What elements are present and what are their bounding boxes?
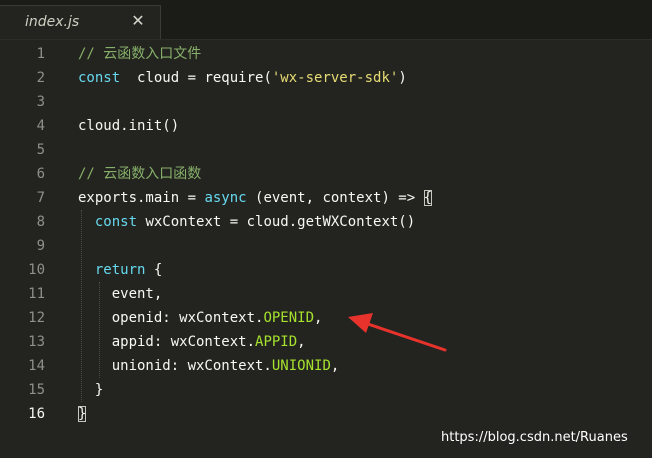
code-line[interactable]: 13 appid: wxContext.APPID,: [0, 330, 652, 354]
line-code: return {: [78, 258, 162, 282]
code-line[interactable]: 8 const wxContext = cloud.getWXContext(): [0, 210, 652, 234]
indent-guide: [99, 282, 100, 378]
code-token: 'wx-server-sdk': [271, 70, 399, 86]
tab-index-js[interactable]: index.js ✕: [0, 5, 161, 39]
line-number: 8: [36, 214, 45, 230]
code-editor[interactable]: 1 // 云函数入口文件 2 const cloud = require('wx-se…: [0, 42, 652, 458]
code-line[interactable]: 10 return {: [0, 258, 652, 282]
line-code: openid: wxContext.OPENID,: [78, 306, 323, 330]
code-token: ,: [297, 334, 306, 350]
code-line[interactable]: 7 exports.main = async (event, context) =…: [0, 186, 652, 210]
line-number: 5: [36, 142, 45, 158]
line-code: // 云函数入口函数: [78, 162, 201, 186]
line-number: 14: [28, 358, 45, 374]
line-code: }: [78, 402, 87, 426]
code-line[interactable]: 6 // 云函数入口函数: [0, 162, 652, 186]
code-line[interactable]: 14 unionid: wxContext.UNIONID,: [0, 354, 652, 378]
code-token: (event, context) =>: [246, 190, 424, 206]
code-line[interactable]: 15 }: [0, 378, 652, 402]
watermark: https://blog.csdn.net/Ruanes: [441, 430, 628, 445]
code-token: // 云函数入口文件: [78, 46, 202, 62]
tab-bar: index.js ✕: [0, 0, 652, 40]
code-token: const: [78, 70, 121, 86]
code-line[interactable]: 16}: [0, 402, 652, 426]
code-token: ,: [314, 310, 323, 326]
code-token: APPID: [255, 334, 298, 350]
line-number: 12: [28, 310, 45, 326]
line-number: 16: [28, 406, 45, 422]
code-token: // 云函数入口函数: [78, 166, 202, 182]
line-code: exports.main = async (event, context) =>…: [78, 186, 433, 210]
code-token: UNIONID: [271, 358, 331, 374]
code-line[interactable]: 4 cloud.init(): [0, 114, 652, 138]
code-token: cloud.init(): [78, 118, 180, 134]
code-line[interactable]: 1 // 云函数入口文件: [0, 42, 652, 66]
code-token: return: [94, 262, 146, 278]
code-line[interactable]: 11 event,: [0, 282, 652, 306]
code-line[interactable]: 12 openid: wxContext.OPENID,: [0, 306, 652, 330]
code-token: }: [78, 406, 87, 422]
line-number: 10: [28, 262, 45, 278]
line-number: 11: [28, 286, 45, 302]
code-line[interactable]: 9: [0, 234, 652, 258]
line-number: 15: [28, 382, 45, 398]
code-token: ,: [330, 358, 340, 374]
line-number: 9: [36, 238, 45, 254]
line-number: 4: [36, 118, 45, 134]
code-token: {: [423, 190, 433, 206]
line-number: 2: [36, 70, 45, 86]
code-token: wxContext = cloud.getWXContext(): [137, 214, 416, 230]
code-token: const: [94, 214, 138, 230]
code-token: cloud = require(: [120, 70, 272, 86]
line-number: 7: [36, 190, 45, 206]
code-token: exports.main =: [78, 190, 205, 206]
line-code: const wxContext = cloud.getWXContext(): [78, 210, 415, 234]
code-line[interactable]: 2 const cloud = require('wx-server-sdk'): [0, 66, 652, 90]
code-line[interactable]: 5: [0, 138, 652, 162]
line-code: const cloud = require('wx-server-sdk'): [78, 66, 407, 90]
indent-guide: [81, 210, 82, 402]
code-token: ): [398, 70, 407, 86]
code-token: OPENID: [263, 310, 315, 326]
code-token: async: [204, 190, 247, 206]
close-icon[interactable]: ✕: [130, 13, 146, 29]
code-token: unionid: wxContext.: [78, 358, 272, 374]
line-code: cloud.init(): [78, 114, 179, 138]
line-code: // 云函数入口文件: [78, 42, 201, 66]
code-token: appid: wxContext.: [78, 334, 256, 350]
code-token: {: [145, 262, 163, 278]
code-token: event,: [78, 286, 163, 302]
line-code: event,: [78, 282, 163, 306]
code-line[interactable]: 3: [0, 90, 652, 114]
line-code: unionid: wxContext.UNIONID,: [78, 354, 340, 378]
tab-title: index.js: [25, 14, 80, 30]
line-code: appid: wxContext.APPID,: [78, 330, 306, 354]
line-number: 1: [36, 46, 45, 62]
line-number: 6: [36, 166, 45, 182]
code-token: openid: wxContext.: [78, 310, 264, 326]
line-number: 13: [28, 334, 45, 350]
line-number: 3: [36, 94, 45, 110]
